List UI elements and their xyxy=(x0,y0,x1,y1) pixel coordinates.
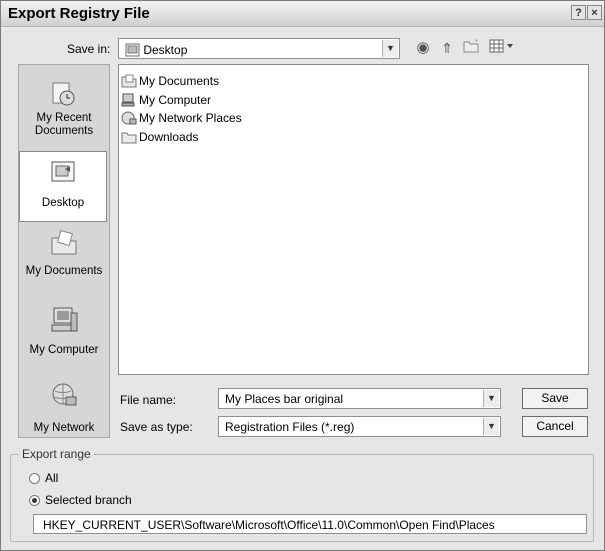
chevron-down-icon[interactable]: ▼ xyxy=(382,40,398,57)
place-label: My Network xyxy=(33,422,95,434)
radio-all[interactable] xyxy=(29,473,40,484)
places-bar: My Recent Documents Desktop My Documents xyxy=(18,64,110,438)
help-button[interactable]: ? xyxy=(571,5,586,20)
network-places-icon xyxy=(121,111,137,125)
save-in-combo[interactable]: Desktop ▼ xyxy=(118,38,400,59)
radio-selected-branch-label[interactable]: Selected branch xyxy=(45,493,132,507)
views-menu-icon[interactable] xyxy=(487,39,517,57)
svg-text:*: * xyxy=(475,39,478,46)
place-my-network[interactable]: My Network xyxy=(19,381,109,434)
place-label: My Recent Documents xyxy=(34,112,94,137)
recent-documents-icon xyxy=(52,82,75,106)
save-in-value: Desktop xyxy=(143,42,188,57)
list-item[interactable]: My Computer xyxy=(121,92,211,109)
up-folder-icon[interactable]: ⇑ xyxy=(437,39,457,57)
place-my-computer[interactable]: My Computer xyxy=(19,305,109,356)
export-range-title: Export range xyxy=(19,447,94,461)
list-item[interactable]: My Documents xyxy=(121,73,219,90)
export-range-group: Export range All Selected branch HKEY_CU… xyxy=(10,447,594,542)
file-name-field[interactable]: My Places bar original ▼ xyxy=(218,388,501,409)
file-name-value: My Places bar original xyxy=(225,392,344,406)
my-documents-icon xyxy=(51,230,77,255)
cancel-button[interactable]: Cancel xyxy=(522,416,588,437)
folder-icon xyxy=(121,132,137,144)
export-registry-dialog: Export Registry File ? × Save in: Deskto… xyxy=(0,0,605,551)
chevron-down-icon[interactable]: ▼ xyxy=(483,418,499,435)
folder-documents-icon xyxy=(121,74,137,88)
file-list[interactable]: My Documents My Computer My Network Plac… xyxy=(118,64,589,375)
list-item[interactable]: My Network Places xyxy=(121,110,242,127)
list-item[interactable]: Downloads xyxy=(121,129,198,146)
file-name-label: File name: xyxy=(120,393,177,407)
computer-icon xyxy=(121,93,135,107)
chevron-down-icon[interactable]: ▼ xyxy=(483,390,499,407)
desktop-icon xyxy=(51,161,75,182)
place-label: My Documents xyxy=(25,265,103,277)
desktop-icon xyxy=(125,43,140,57)
branch-path-value: HKEY_CURRENT_USER\Software\Microsoft\Off… xyxy=(43,518,495,532)
close-button[interactable]: × xyxy=(587,5,602,20)
my-network-icon xyxy=(52,383,77,406)
save-in-label: Save in: xyxy=(67,42,111,56)
branch-path-field[interactable]: HKEY_CURRENT_USER\Software\Microsoft\Off… xyxy=(33,514,587,534)
place-desktop[interactable]: Desktop xyxy=(19,151,107,222)
title-bar[interactable]: Export Registry File ? × xyxy=(1,1,604,27)
new-folder-icon[interactable]: * xyxy=(462,39,482,57)
place-label: My Computer xyxy=(29,344,99,356)
save-as-type-select[interactable]: Registration Files (*.reg) ▼ xyxy=(218,416,501,437)
save-as-type-label: Save as type: xyxy=(120,420,193,434)
radio-all-label[interactable]: All xyxy=(45,471,58,485)
window-title: Export Registry File xyxy=(8,5,150,22)
my-computer-icon xyxy=(51,307,78,332)
place-label: Desktop xyxy=(41,197,85,209)
radio-selected-branch[interactable] xyxy=(29,495,40,506)
save-as-type-value: Registration Files (*.reg) xyxy=(225,420,355,434)
place-my-recent-documents[interactable]: My Recent Documents xyxy=(19,79,109,138)
back-icon[interactable]: ◉ xyxy=(413,39,433,57)
place-my-documents[interactable]: My Documents xyxy=(19,228,109,277)
save-button[interactable]: Save xyxy=(522,388,588,409)
